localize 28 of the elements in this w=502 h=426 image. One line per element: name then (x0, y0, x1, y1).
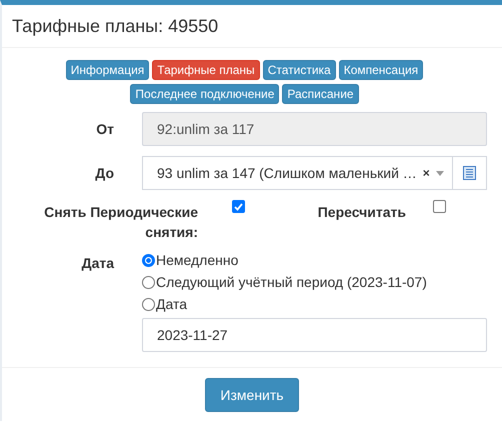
radio-label: Следующий учётный период (2023-11-07) (156, 274, 427, 290)
tab[interactable]: Тарифные планы (152, 60, 260, 80)
select-field[interactable]: 93 unlim за 147 (Слишком маленький … × (142, 156, 453, 190)
list-button[interactable] (452, 156, 487, 190)
checkbox[interactable] (433, 200, 446, 213)
radio-button[interactable] (142, 298, 155, 310)
tab[interactable]: Расписание (282, 84, 359, 104)
field-label: До (95, 165, 114, 181)
list-icon (462, 166, 476, 180)
radio-label: Дата (156, 296, 188, 312)
dialog-title: Тарифные планы: 49550 (12, 16, 220, 37)
checkbox[interactable] (232, 200, 244, 213)
tab[interactable]: Компенсация (338, 60, 424, 80)
checkbox-label: Снять Периодические снятия: (43, 203, 198, 242)
tab[interactable]: Последнее подключение (130, 84, 280, 104)
radio-button[interactable] (142, 254, 155, 266)
input-field: 92:unlim за 117 (142, 112, 487, 146)
date-field[interactable]: 2023-11-27 (142, 318, 487, 352)
submit-button[interactable]: Изменить (205, 378, 299, 412)
field-label: Дата (82, 255, 114, 271)
checkbox-label: Пересчитать (316, 203, 406, 222)
clear-icon[interactable]: × (422, 166, 430, 180)
tab[interactable]: Статистика (262, 60, 336, 80)
tab[interactable]: Информация (66, 60, 150, 80)
field-label: От (96, 121, 114, 137)
radio-label: Немедленно (156, 252, 238, 268)
caret-icon[interactable] (436, 170, 444, 176)
radio-button[interactable] (142, 276, 155, 288)
